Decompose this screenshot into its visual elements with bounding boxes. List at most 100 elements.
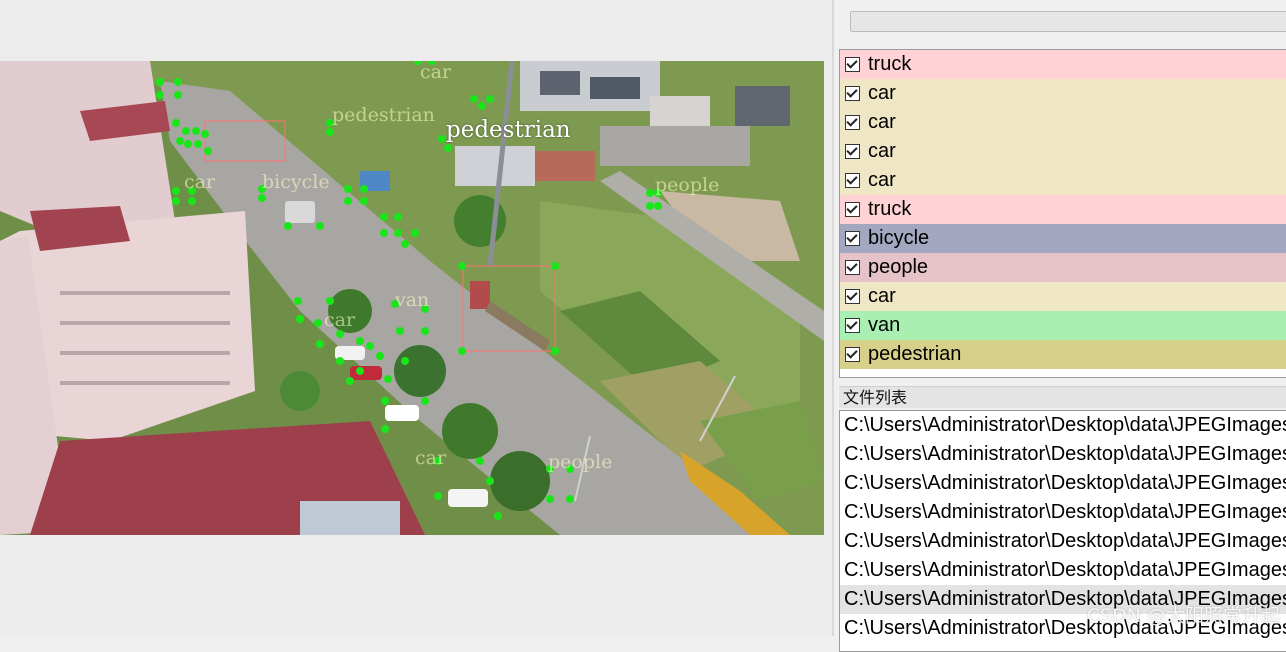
label-list-item[interactable]: people (840, 253, 1286, 282)
file-list-item[interactable]: C:\Users\Administrator\Desktop\data\JPEG… (840, 556, 1286, 585)
annotation-vertex[interactable] (356, 367, 364, 375)
checkbox[interactable] (845, 347, 860, 362)
annotation-vertex[interactable] (546, 495, 554, 503)
annotation-vertex[interactable] (182, 127, 190, 135)
label-list-item[interactable]: pedestrian (840, 340, 1286, 369)
label-list-item[interactable]: car (840, 137, 1286, 166)
checkbox[interactable] (845, 318, 860, 333)
label-list-item[interactable]: car (840, 108, 1286, 137)
file-list-item[interactable]: C:\Users\Administrator\Desktop\data\JPEG… (840, 498, 1286, 527)
annotation-vertex[interactable] (654, 202, 662, 210)
annotation-vertex[interactable] (486, 95, 494, 103)
annotation-vertex[interactable] (326, 128, 334, 136)
annotation-vertex[interactable] (394, 213, 402, 221)
label-list-item[interactable]: car (840, 79, 1286, 108)
annotation-vertex[interactable] (494, 512, 502, 520)
label-list-item[interactable]: bicycle (840, 224, 1286, 253)
annotation-vertex[interactable] (258, 194, 266, 202)
annotation-vertex[interactable] (421, 327, 429, 335)
annotation-vertex[interactable] (360, 185, 368, 193)
label-list-item[interactable]: truck (840, 50, 1286, 79)
checkbox[interactable] (845, 86, 860, 101)
annotation-vertex[interactable] (458, 347, 466, 355)
annotation-vertex[interactable] (551, 262, 559, 270)
annotation-vertex[interactable] (566, 495, 574, 503)
annotation-vertex[interactable] (434, 492, 442, 500)
annotation-vertex[interactable] (458, 262, 466, 270)
annotation-vertex[interactable] (176, 137, 184, 145)
annotation-vertex[interactable] (360, 197, 368, 205)
checkbox[interactable] (845, 173, 860, 188)
annotation-vertex[interactable] (188, 197, 196, 205)
annotation-vertex[interactable] (381, 397, 389, 405)
checkbox[interactable] (845, 289, 860, 304)
annotation-vertex[interactable] (156, 78, 164, 86)
annotation-vertex[interactable] (194, 140, 202, 148)
annotation-vertex[interactable] (421, 397, 429, 405)
annotation-vertex[interactable] (411, 229, 419, 237)
annotation-vertex[interactable] (336, 357, 344, 365)
aerial-photo[interactable]: car pedestrian pedestrian car bicycle va… (0, 61, 824, 535)
annotation-vertex[interactable] (444, 144, 452, 152)
annotation-vertex[interactable] (376, 352, 384, 360)
annotation-vertex[interactable] (646, 189, 654, 197)
annotation-vertex[interactable] (314, 319, 322, 327)
checkbox[interactable] (845, 231, 860, 246)
checkbox[interactable] (845, 260, 860, 275)
annotation-vertex[interactable] (344, 197, 352, 205)
annotation-vertex[interactable] (486, 477, 494, 485)
checkbox[interactable] (845, 115, 860, 130)
file-list-item[interactable]: C:\Users\Administrator\Desktop\data\JPEG… (840, 440, 1286, 469)
annotation-vertex[interactable] (380, 229, 388, 237)
checkbox[interactable] (845, 57, 860, 72)
label-list-item[interactable]: car (840, 166, 1286, 195)
annotation-vertex[interactable] (172, 119, 180, 127)
annotation-vertex[interactable] (384, 375, 392, 383)
label-list[interactable]: truck car car car car truck bicycle peop… (839, 49, 1286, 378)
annotation-vertex[interactable] (396, 327, 404, 335)
annotation-vertex[interactable] (192, 127, 200, 135)
annotation-vertex[interactable] (438, 135, 446, 143)
image-canvas[interactable]: car pedestrian pedestrian car bicycle va… (0, 0, 832, 636)
annotation-vertex[interactable] (394, 229, 402, 237)
file-list-item[interactable]: C:\Users\Administrator\Desktop\data\JPEG… (840, 469, 1286, 498)
checkbox[interactable] (845, 144, 860, 159)
file-list-item[interactable]: C:\Users\Administrator\Desktop\data\JPEG… (840, 527, 1286, 556)
annotation-vertex[interactable] (381, 425, 389, 433)
annotation-vertex[interactable] (174, 91, 182, 99)
file-list-item[interactable]: C:\Users\Administrator\Desktop\data\JPEG… (840, 411, 1286, 440)
annotation-vertex[interactable] (172, 197, 180, 205)
annotation-vertex[interactable] (356, 337, 364, 345)
annotation-vertex[interactable] (326, 297, 334, 305)
label-filter-input[interactable] (850, 11, 1286, 32)
annotation-vertex[interactable] (336, 330, 344, 338)
annotation-vertex[interactable] (296, 315, 304, 323)
label-list-item[interactable]: van (840, 311, 1286, 340)
annotation-vertex[interactable] (401, 240, 409, 248)
annotation-vertex[interactable] (346, 377, 354, 385)
annotation-vertex[interactable] (551, 347, 559, 355)
annotation-vertex[interactable] (401, 357, 409, 365)
annotation-vertex[interactable] (344, 185, 352, 193)
annotation-vertex[interactable] (316, 340, 324, 348)
annotation-vertex[interactable] (380, 213, 388, 221)
annotation-label: people (548, 451, 613, 473)
annotation-vertex[interactable] (470, 95, 478, 103)
annotation-vertex[interactable] (284, 222, 292, 230)
annotation-vertex[interactable] (172, 187, 180, 195)
annotation-vertex[interactable] (476, 457, 484, 465)
annotation-vertex[interactable] (294, 297, 302, 305)
annotation-vertex[interactable] (174, 78, 182, 86)
annotation-vertex[interactable] (201, 130, 209, 138)
annotation-vertex[interactable] (204, 147, 212, 155)
checkbox[interactable] (845, 202, 860, 217)
label-list-item[interactable]: car (840, 282, 1286, 311)
annotation-vertex[interactable] (646, 202, 654, 210)
label-text: car (868, 111, 896, 133)
annotation-vertex[interactable] (478, 102, 486, 110)
annotation-vertex[interactable] (366, 342, 374, 350)
annotation-vertex[interactable] (316, 222, 324, 230)
annotation-vertex[interactable] (184, 140, 192, 148)
label-list-item[interactable]: truck (840, 195, 1286, 224)
annotation-vertex[interactable] (156, 91, 164, 99)
